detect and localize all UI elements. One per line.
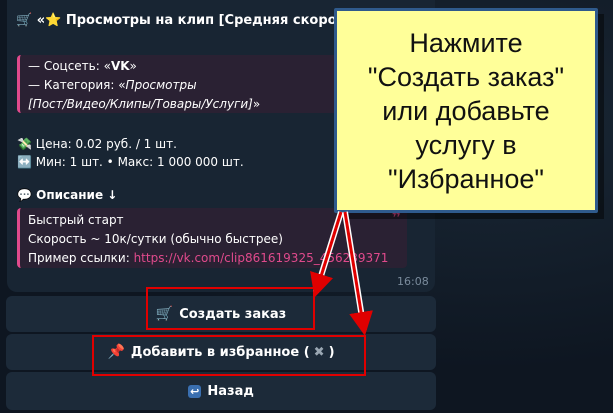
pointer-arrows (310, 211, 373, 336)
arrow-to-create-order (310, 211, 344, 298)
arrow-to-favorite (342, 211, 373, 336)
